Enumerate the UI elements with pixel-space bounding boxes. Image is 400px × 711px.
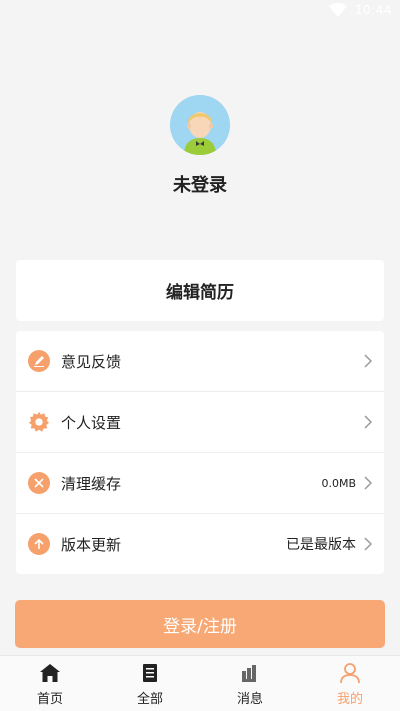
avatar-icon[interactable] xyxy=(170,95,230,155)
tab-label: 我的 xyxy=(336,692,363,707)
feedback-icon xyxy=(28,350,50,372)
menu-item-label: 清理缓存 xyxy=(61,474,122,493)
menu-item-settings[interactable]: 个人设置 xyxy=(16,392,384,453)
status-bar: 10:44 xyxy=(0,0,400,24)
edit-resume-button[interactable]: 编辑简历 xyxy=(16,260,384,321)
clear-icon xyxy=(28,472,50,494)
login-register-label: 登录/注册 xyxy=(163,616,237,637)
message-icon xyxy=(242,665,256,682)
tab-label: 全部 xyxy=(136,692,163,707)
tab-all[interactable]: 全部 xyxy=(100,656,200,711)
tab-label: 消息 xyxy=(236,692,263,707)
cache-size-value: 0.0MB xyxy=(321,476,356,490)
menu-item-label: 意见反馈 xyxy=(61,352,122,371)
chevron-right-icon xyxy=(364,476,372,490)
gear-icon xyxy=(28,411,50,433)
tab-messages[interactable]: 消息 xyxy=(200,656,300,711)
chevron-right-icon xyxy=(364,537,372,551)
version-status-value: 已是最版本 xyxy=(286,537,356,553)
bottom-tab-bar: 首页 全部 消息 我的 xyxy=(0,655,400,711)
menu-item-label: 版本更新 xyxy=(61,535,122,554)
upload-icon xyxy=(28,533,50,555)
wifi-icon xyxy=(328,3,347,17)
chevron-right-icon xyxy=(364,415,372,429)
menu-item-label: 个人设置 xyxy=(61,413,122,432)
user-icon xyxy=(340,663,360,684)
status-right: 10:44 xyxy=(328,3,392,17)
menu-item-feedback[interactable]: 意见反馈 xyxy=(16,331,384,392)
username: 未登录 xyxy=(173,175,227,196)
status-time: 10:44 xyxy=(354,3,392,17)
list-icon xyxy=(143,664,157,682)
menu-list: 意见反馈 个人设置 清理缓存 0.0MB 版本更新 已是最版本 xyxy=(16,331,384,574)
edit-resume-label: 编辑简历 xyxy=(166,283,234,303)
profile-section: 未登录 xyxy=(0,95,400,197)
login-register-button[interactable]: 登录/注册 xyxy=(15,600,385,648)
tab-mine[interactable]: 我的 xyxy=(300,656,400,711)
menu-item-clear-cache[interactable]: 清理缓存 0.0MB xyxy=(16,453,384,514)
menu-item-version-update[interactable]: 版本更新 已是最版本 xyxy=(16,514,384,574)
home-icon xyxy=(40,664,60,682)
chevron-right-icon xyxy=(364,354,372,368)
tab-home[interactable]: 首页 xyxy=(0,656,100,711)
tab-label: 首页 xyxy=(36,692,63,707)
